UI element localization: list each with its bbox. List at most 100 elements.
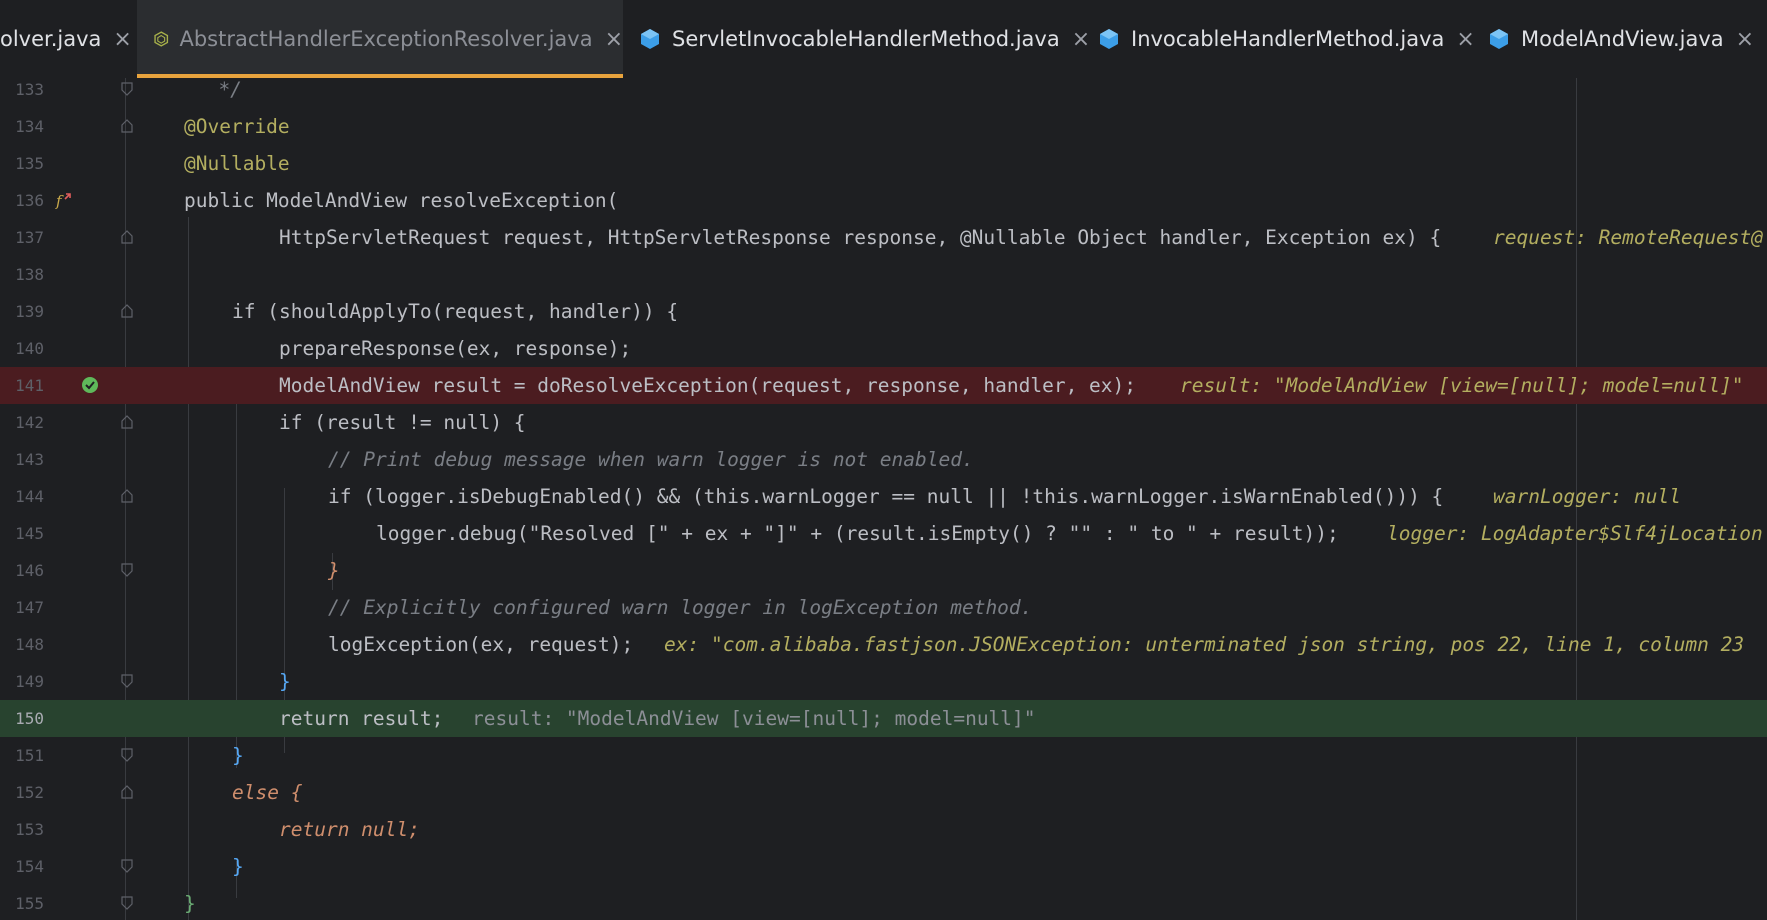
code-line[interactable]: 143 // Print debug message when warn log… [0, 441, 1767, 478]
fold-end-icon[interactable] [121, 859, 133, 873]
close-icon[interactable]: × [1072, 27, 1090, 52]
fold-start-icon[interactable] [121, 119, 133, 133]
close-icon[interactable]: × [113, 27, 131, 52]
tab-label: olver.java [0, 27, 102, 51]
tab-model-and-view[interactable]: ModelAndView.java × [1487, 0, 1754, 78]
tab-servlet-invocable-handler-method[interactable]: ServletInvocableHandlerMethod.java × [638, 0, 1090, 78]
tab-invocable-handler-method[interactable]: InvocableHandlerMethod.java × [1097, 0, 1475, 78]
code-comment: // Explicitly configured warn logger in … [328, 596, 1033, 619]
code-text: */ [148, 78, 242, 101]
line-number: 145 [15, 524, 44, 543]
fold-start-icon[interactable] [121, 489, 133, 503]
code-text: if (logger.isDebugEnabled() && (this.war… [328, 485, 1444, 508]
abstract-class-icon [154, 31, 169, 47]
line-number: 153 [15, 820, 44, 839]
code-text: logException(ex, request); [328, 633, 634, 656]
execution-point-line[interactable]: 150 return result; result: "ModelAndView… [0, 700, 1767, 737]
breakpoint-line[interactable]: 141 ModelAndView result = doResolveExcep… [0, 367, 1767, 404]
code-line[interactable]: 146 } [0, 552, 1767, 589]
line-number: 140 [15, 339, 44, 358]
line-number: 151 [15, 746, 44, 765]
code-line[interactable]: 153 return null; [0, 811, 1767, 848]
code-line[interactable]: 144 if (logger.isDebugEnabled() && (this… [0, 478, 1767, 515]
code-line[interactable]: 155 } [0, 885, 1767, 920]
line-number: 141 [15, 376, 44, 395]
code-editor[interactable]: 133 */ 134 @Override 135 @Nullable 136 f… [0, 78, 1767, 920]
code-line[interactable]: 135 @Nullable [0, 145, 1767, 182]
verified-breakpoint-icon[interactable] [81, 376, 99, 394]
line-number: 137 [15, 228, 44, 247]
code-line[interactable]: 151 } [0, 737, 1767, 774]
code-text: @Override [184, 115, 290, 138]
code-line[interactable]: 133 */ [0, 78, 1767, 108]
tab-abstract-handler-exception-resolver[interactable]: AbstractHandlerExceptionResolver.java × [137, 0, 623, 78]
fold-start-icon[interactable] [121, 304, 133, 318]
fold-end-icon[interactable] [121, 82, 133, 96]
code-line[interactable]: 147 // Explicitly configured warn logger… [0, 589, 1767, 626]
code-text: } [279, 670, 291, 693]
inline-debug-value: result: "ModelAndView [view=[null]; mode… [1180, 374, 1744, 397]
line-number: 135 [15, 154, 44, 173]
line-number: 144 [15, 487, 44, 506]
fold-start-icon[interactable] [121, 415, 133, 429]
inline-debug-value: request: RemoteRequest@ [1493, 226, 1764, 249]
code-text: HttpServletRequest request, HttpServletR… [279, 226, 1442, 249]
code-line[interactable]: 134 @Override [0, 108, 1767, 145]
line-number: 155 [15, 894, 44, 913]
line-number: 149 [15, 672, 44, 691]
code-text: } [328, 559, 340, 582]
class-icon [1490, 29, 1508, 49]
line-number: 148 [15, 635, 44, 654]
fold-end-icon[interactable] [121, 674, 133, 688]
fold-end-icon[interactable] [121, 748, 133, 762]
close-icon[interactable]: × [605, 27, 623, 52]
code-text: return result; [279, 707, 444, 730]
code-line[interactable]: 152 else { [0, 774, 1767, 811]
line-number: 146 [15, 561, 44, 580]
code-text: if (result != null) { [279, 411, 526, 434]
code-line[interactable]: 142 if (result != null) { [0, 404, 1767, 441]
code-line[interactable]: 140 prepareResponse(ex, response); [0, 330, 1767, 367]
line-number: 133 [15, 80, 44, 99]
fold-end-icon[interactable] [121, 563, 133, 577]
code-text: else { [232, 781, 303, 804]
code-text: @Nullable [184, 152, 290, 175]
code-line[interactable]: 138 [0, 256, 1767, 293]
close-icon[interactable]: × [1736, 27, 1754, 52]
code-line[interactable]: 148 logException(ex, request); ex: "com.… [0, 626, 1767, 663]
line-number: 154 [15, 857, 44, 876]
line-number: 143 [15, 450, 44, 469]
editor-tab-bar: olver.java × AbstractHandlerExceptionRes… [0, 0, 1767, 79]
fold-start-icon[interactable] [121, 785, 133, 799]
inline-debug-value: warnLogger: null [1493, 485, 1681, 508]
class-icon [641, 29, 659, 49]
line-number: 152 [15, 783, 44, 802]
fold-end-icon[interactable] [121, 896, 133, 910]
line-number: 134 [15, 117, 44, 136]
code-line[interactable]: 139 if (shouldApplyTo(request, handler))… [0, 293, 1767, 330]
code-text: } [184, 892, 196, 915]
code-text: } [232, 744, 244, 767]
code-line[interactable]: 137 HttpServletRequest request, HttpServ… [0, 219, 1767, 256]
code-line[interactable]: 149 } [0, 663, 1767, 700]
line-number: 142 [15, 413, 44, 432]
inline-debug-value: result: "ModelAndView [view=[null]; mode… [472, 707, 1036, 730]
fold-start-icon[interactable] [121, 230, 133, 244]
code-text: } [232, 855, 244, 878]
code-line[interactable]: 136 f public ModelAndView resolveExcepti… [0, 182, 1767, 219]
override-method-icon[interactable]: f [55, 191, 73, 209]
inline-debug-value: logger: LogAdapter$Slf4jLocation [1387, 522, 1763, 545]
inline-debug-value: ex: "com.alibaba.fastjson.JSONException:… [664, 633, 1745, 656]
tab-label: ModelAndView.java [1521, 27, 1724, 51]
tab-label: AbstractHandlerExceptionResolver.java [179, 27, 593, 51]
tab-resolver[interactable]: olver.java × [0, 0, 132, 78]
code-line[interactable]: 145 logger.debug("Resolved [" + ex + "]"… [0, 515, 1767, 552]
line-number: 147 [15, 598, 44, 617]
code-line[interactable]: 154 } [0, 848, 1767, 885]
close-icon[interactable]: × [1456, 27, 1474, 52]
code-text: return null; [279, 818, 420, 841]
line-number: 138 [15, 265, 44, 284]
tab-label: ServletInvocableHandlerMethod.java [672, 27, 1060, 51]
class-icon [1100, 29, 1118, 49]
line-number: 139 [15, 302, 44, 321]
